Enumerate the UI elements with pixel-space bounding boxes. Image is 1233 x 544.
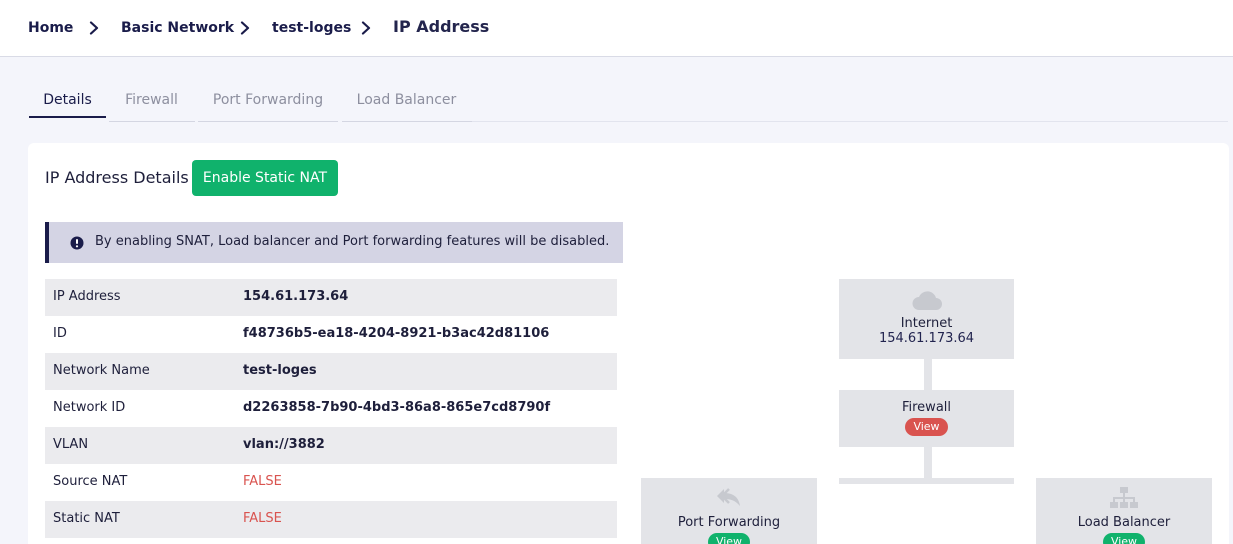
table-row: Source NAT FALSE	[45, 464, 617, 501]
tab-divider	[472, 121, 1228, 122]
connector-line	[924, 359, 932, 390]
tab-details[interactable]: Details	[29, 82, 106, 118]
field-label: VLAN	[53, 437, 89, 452]
reply-arrow-icon	[641, 486, 817, 508]
port-forwarding-label: Port Forwarding	[677, 515, 781, 530]
load-balancer-label: Load Balancer	[1077, 515, 1171, 530]
field-label: Static NAT	[53, 511, 120, 526]
field-value: FALSE	[243, 474, 282, 489]
firewall-view-button[interactable]: View	[905, 418, 948, 436]
tab-firewall[interactable]: Firewall	[109, 82, 194, 118]
internet-ip: 154.61.173.64	[878, 331, 975, 346]
details-table: IP Address 154.61.173.64 ID f48736b5-ea1…	[45, 279, 617, 538]
field-value: vlan://3882	[243, 437, 325, 452]
table-row: IP Address 154.61.173.64	[45, 279, 617, 316]
load-balancer-node: Load Balancer View	[1036, 478, 1212, 544]
tab-divider	[198, 121, 338, 122]
table-row: ID f48736b5-ea18-4204-8921-b3ac42d81106	[45, 316, 617, 353]
field-label: ID	[53, 326, 67, 341]
enable-static-nat-button[interactable]: Enable Static NAT	[192, 160, 338, 196]
field-label: IP Address	[53, 289, 121, 304]
ip-address-details-panel: IP Address Details Enable Static NAT By …	[28, 143, 1229, 544]
connector-line	[839, 478, 1014, 484]
cloud-icon	[839, 289, 1014, 313]
field-label: Source NAT	[53, 474, 128, 489]
breadcrumb-basic-network[interactable]: Basic Network	[121, 19, 234, 37]
field-value: test-loges	[243, 363, 317, 378]
tab-load-balancer[interactable]: Load Balancer	[342, 82, 471, 118]
firewall-node: Firewall View	[839, 390, 1014, 447]
load-balancer-view-button[interactable]: View	[1102, 533, 1146, 544]
snat-warning-alert: By enabling SNAT, Load balancer and Port…	[45, 222, 623, 263]
tab-divider	[342, 121, 472, 122]
chevron-right-icon	[87, 21, 101, 35]
alert-message: By enabling SNAT, Load balancer and Port…	[95, 234, 610, 249]
sitemap-icon	[1036, 486, 1212, 508]
internet-label: Internet	[900, 316, 953, 331]
field-value: 154.61.173.64	[243, 289, 349, 304]
chevron-right-icon	[359, 21, 373, 35]
firewall-label: Firewall	[901, 400, 952, 415]
table-row: Network ID d2263858-7b90-4bd3-86a8-865e7…	[45, 390, 617, 427]
breadcrumb-home[interactable]: Home	[28, 19, 73, 37]
field-label: Network ID	[53, 400, 126, 415]
port-forwarding-node: Port Forwarding View	[641, 478, 817, 544]
chevron-right-icon	[238, 21, 252, 35]
exclamation-circle-icon	[70, 235, 84, 250]
field-label: Network Name	[53, 363, 150, 378]
table-row: Static NAT FALSE	[45, 501, 617, 538]
field-value: d2263858-7b90-4bd3-86a8-865e7cd8790f	[243, 400, 551, 415]
panel-title: IP Address Details	[45, 168, 189, 187]
table-row: VLAN vlan://3882	[45, 427, 617, 464]
tab-port-forwarding[interactable]: Port Forwarding	[198, 82, 338, 118]
internet-node: Internet 154.61.173.64	[839, 279, 1014, 359]
breadcrumb-network[interactable]: test-loges	[272, 19, 351, 37]
port-forwarding-view-button[interactable]: View	[707, 533, 751, 544]
connector-line	[924, 447, 932, 478]
breadcrumb-current: IP Address	[393, 17, 490, 36]
breadcrumb: Home Basic Network test-loges IP Address	[0, 0, 1233, 57]
field-value: FALSE	[243, 511, 282, 526]
tab-divider	[109, 121, 195, 122]
table-row: Network Name test-loges	[45, 353, 617, 390]
field-value: f48736b5-ea18-4204-8921-b3ac42d81106	[243, 326, 550, 341]
